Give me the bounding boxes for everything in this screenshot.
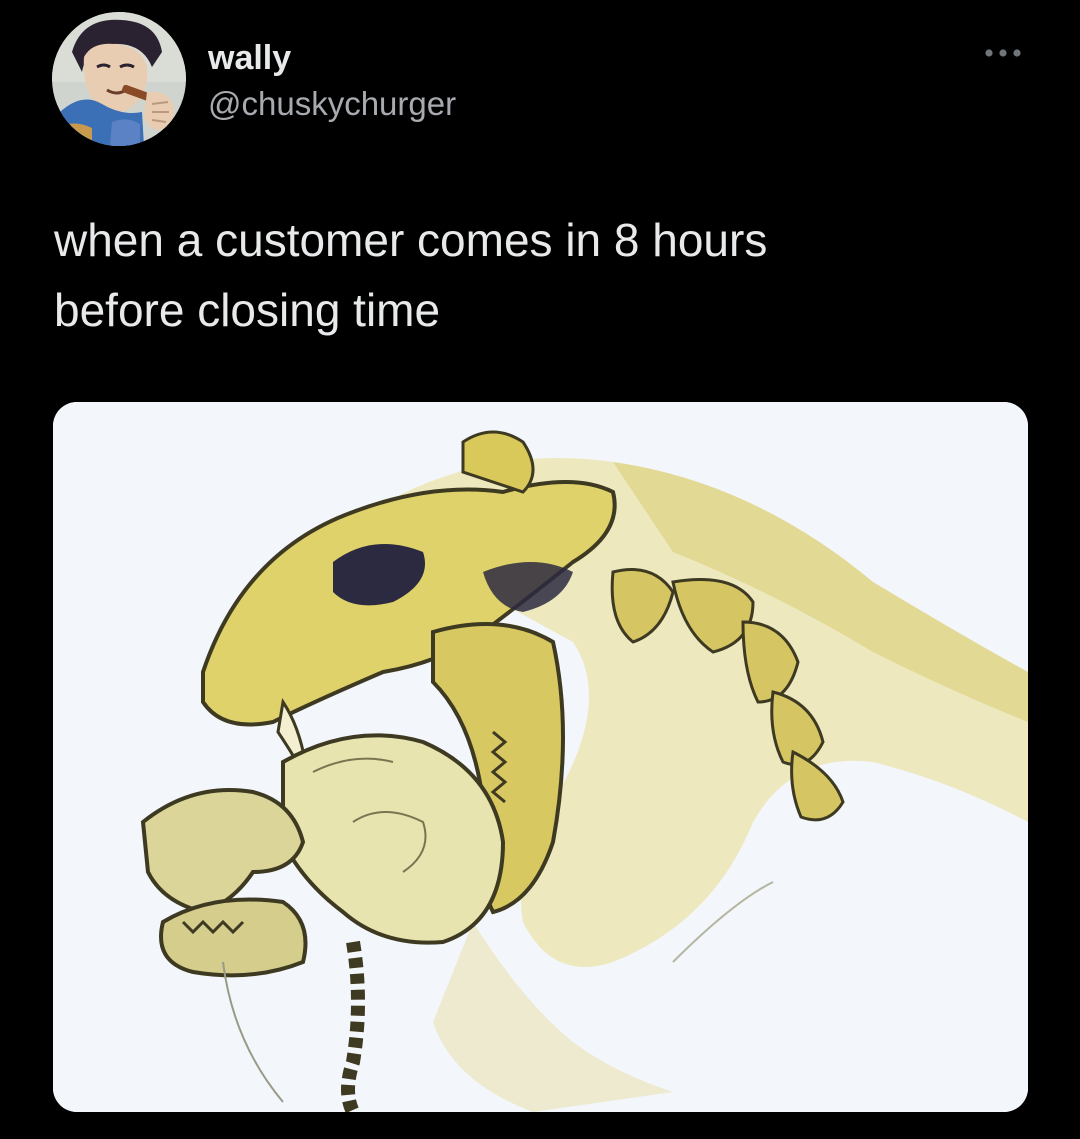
- tweet-text-line: before closing time: [54, 284, 441, 336]
- tweet-media[interactable]: [53, 402, 1028, 1112]
- anime-character-avatar-icon: [52, 12, 186, 146]
- author-handle[interactable]: @chuskychurger: [208, 82, 456, 126]
- sabertooth-skull-biting-human-skull-illustration: [53, 402, 1028, 1112]
- tweet-text: when a customer comes in 8 hours before …: [54, 205, 1014, 345]
- avatar[interactable]: [52, 12, 186, 146]
- tweet-author: wally @chuskychurger: [208, 38, 456, 126]
- tweet: wally @chuskychurger when a customer com…: [0, 0, 1080, 1139]
- more-options-button[interactable]: [978, 38, 1028, 68]
- more-options-icon: [985, 49, 1021, 57]
- tweet-text-line: when a customer comes in 8 hours: [54, 214, 768, 266]
- author-display-name[interactable]: wally: [208, 38, 456, 78]
